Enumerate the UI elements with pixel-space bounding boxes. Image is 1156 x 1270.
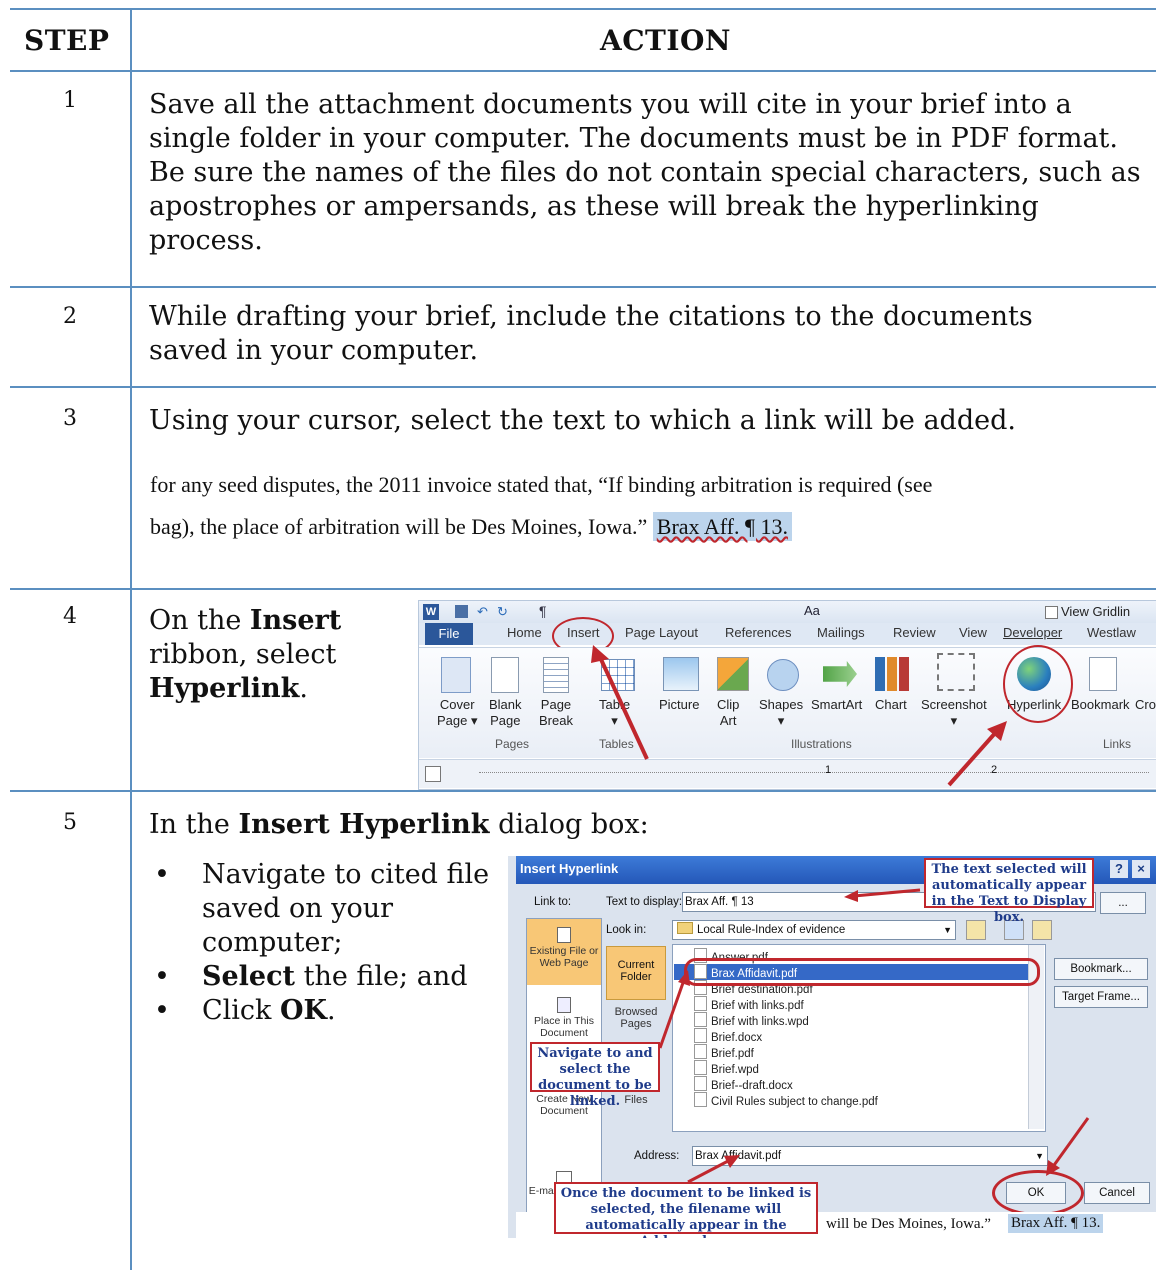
step-number: 3 — [63, 406, 77, 431]
bullet-bold: Select — [202, 961, 296, 992]
text-segment: dialog box: — [489, 809, 649, 840]
bullet-item: • Navigate to cited file saved on your co… — [154, 858, 494, 960]
bullet-item: • Click OK. — [154, 994, 494, 1028]
table-border-top — [10, 8, 1156, 10]
annotation-arrows — [591, 645, 1007, 787]
instruction-table: STEP ACTION 1 Save all the attachment do… — [10, 8, 1156, 1270]
step-text: In the Insert Hyperlink dialog box: — [149, 808, 749, 842]
table-row-divider — [10, 790, 1156, 792]
highlighted-citation: Brax Aff. ¶ 13. — [652, 512, 792, 541]
bullet-dot: • — [154, 961, 170, 992]
bold-hyperlink: Hyperlink — [149, 673, 300, 704]
header-action: ACTION — [600, 24, 731, 57]
table-row-divider — [10, 588, 1156, 590]
text-segment: . — [299, 673, 308, 704]
step-text: On the Insert ribbon, select Hyperlink. — [149, 604, 409, 706]
bullet-text: . — [327, 995, 336, 1026]
step5-bullet-list: • Navigate to cited file saved on your co… — [154, 858, 494, 1028]
word-ribbon-screenshot: W ↶ ↻ ¶ Aa View Gridlin File Home Insert… — [418, 600, 1156, 790]
step-text: While drafting your brief, include the c… — [149, 301, 1033, 366]
bullet-bold: OK — [280, 995, 327, 1026]
header-step: STEP — [24, 24, 110, 57]
example-line: for any seed disputes, the 2011 invoice … — [150, 472, 933, 497]
bullet-text: Navigate to cited file saved on your com… — [202, 859, 490, 958]
table-row-divider — [10, 286, 1156, 288]
step-text: Save all the attachment documents you wi… — [149, 89, 1141, 256]
bold-insert: Insert — [249, 605, 342, 636]
bullet-dot: • — [154, 859, 170, 890]
step-text: Using your cursor, select the text to wh… — [149, 405, 1016, 436]
table-row-divider — [10, 70, 1156, 72]
bullet-text: the file; and — [295, 961, 468, 992]
table-row-divider — [10, 386, 1156, 388]
step-number: 1 — [63, 88, 77, 113]
example-screenshot-citation: for any seed disputes, the 2011 invoice … — [150, 464, 1150, 548]
example-line-2: bag), the place of arbitration will be D… — [150, 506, 1150, 548]
text-segment: ribbon, select — [149, 639, 337, 670]
table-column-divider — [130, 8, 132, 1270]
bullet-dot: • — [154, 995, 170, 1026]
example-line-text: bag), the place of arbitration will be D… — [150, 514, 648, 539]
text-segment: On the — [149, 605, 250, 636]
step-number: 5 — [63, 810, 77, 835]
bullet-item: • Select the file; and — [154, 960, 494, 994]
step-number: 4 — [63, 604, 77, 629]
bullet-text: Click — [202, 995, 280, 1026]
insert-hyperlink-dialog-screenshot: Insert Hyperlink ? × Link to: Text to di… — [508, 856, 1156, 1238]
text-segment: In the — [149, 809, 239, 840]
step-number: 2 — [63, 304, 77, 329]
dialog-annotation-arrows — [658, 888, 1090, 1184]
bold-insert-hyperlink: Insert Hyperlink — [238, 809, 490, 840]
